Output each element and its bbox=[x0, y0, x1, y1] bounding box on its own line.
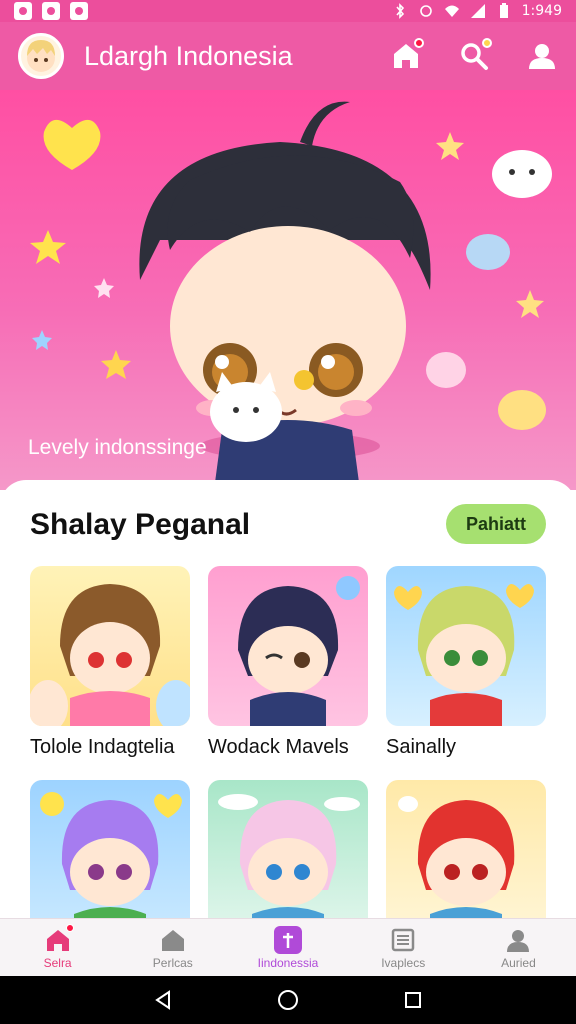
sparkle-badge bbox=[482, 38, 492, 48]
notification-icon-3 bbox=[70, 2, 88, 20]
notification-icon-2 bbox=[42, 2, 60, 20]
user-icon bbox=[504, 926, 532, 954]
star-decoration-icon bbox=[94, 278, 114, 298]
bluetooth-icon bbox=[396, 3, 404, 19]
flower-decoration-icon bbox=[498, 390, 546, 430]
character-thumbnail bbox=[30, 566, 190, 726]
nav-item-profile[interactable]: Auried bbox=[461, 919, 576, 976]
nav-label: Iindonessia bbox=[257, 955, 319, 970]
bottom-navigation: Selra Perlcas Iindonessia Ivaplecs Aurie… bbox=[0, 918, 576, 976]
star-decoration-icon bbox=[32, 330, 52, 350]
hero-caption: Levely indonssinge bbox=[28, 436, 207, 459]
character-card[interactable]: Wodack Mavels bbox=[208, 566, 368, 759]
nav-label: Auried bbox=[501, 955, 536, 970]
avatar-face-icon bbox=[27, 40, 55, 72]
card-label: Wodack Mavels bbox=[208, 736, 349, 758]
heart-decoration-icon bbox=[43, 119, 101, 170]
search-button[interactable] bbox=[458, 38, 492, 72]
character-thumbnail bbox=[386, 566, 546, 726]
user-icon bbox=[529, 44, 555, 69]
nav-label: Selra bbox=[43, 955, 72, 970]
status-time: 1:949 bbox=[521, 3, 562, 19]
notification-dot bbox=[414, 38, 424, 48]
nav-item-home[interactable]: Selra bbox=[0, 919, 115, 976]
app-title: Ldargh Indonesia bbox=[84, 40, 293, 71]
content-panel: Shalay Peganal Pahiatt Tolole Indagtelia bbox=[0, 480, 576, 920]
character-thumbnail bbox=[208, 566, 368, 726]
character-card[interactable] bbox=[30, 780, 190, 920]
white-cat-plush bbox=[210, 382, 282, 442]
signal-icon bbox=[470, 4, 485, 18]
recents-icon[interactable] bbox=[401, 988, 425, 1012]
star-decoration-icon bbox=[516, 290, 544, 318]
section-action-button[interactable]: Pahiatt bbox=[446, 504, 546, 544]
flower-decoration-icon bbox=[426, 352, 466, 388]
star-decoration-icon bbox=[30, 230, 66, 264]
card-label: Sainally bbox=[386, 736, 457, 758]
character-card[interactable]: Tolole Indagtelia bbox=[30, 566, 190, 759]
wifi-icon bbox=[444, 5, 459, 17]
card-label: Tolole Indagtelia bbox=[30, 736, 175, 758]
cloud-decoration-icon bbox=[466, 234, 510, 270]
home-notification-button[interactable] bbox=[390, 38, 424, 72]
home-circle-icon[interactable] bbox=[276, 988, 300, 1012]
notification-icons bbox=[14, 2, 88, 20]
nav-item-places[interactable]: Perlcas bbox=[115, 919, 230, 976]
battery-icon bbox=[499, 3, 508, 18]
nav-item-indonesia[interactable]: Iindonessia bbox=[230, 919, 345, 976]
back-icon[interactable] bbox=[151, 988, 175, 1012]
character-card[interactable]: Sainally bbox=[386, 566, 546, 759]
hero-banner[interactable]: Levely indonssinge bbox=[0, 90, 576, 490]
character-face bbox=[170, 226, 406, 426]
app-bar: Ldargh Indonesia bbox=[0, 22, 576, 90]
dagger-icon bbox=[274, 925, 302, 954]
cloud-face-icon bbox=[492, 150, 552, 198]
character-card[interactable] bbox=[208, 780, 368, 920]
notification-icon-1 bbox=[14, 2, 32, 20]
character-thumbnail bbox=[386, 780, 546, 920]
character-thumbnail bbox=[30, 780, 190, 920]
nav-label: Ivaplecs bbox=[381, 955, 426, 970]
profile-avatar[interactable] bbox=[18, 33, 64, 79]
nav-badge bbox=[65, 923, 74, 932]
star-decoration-icon bbox=[101, 350, 131, 379]
nav-item-list[interactable]: Ivaplecs bbox=[346, 919, 461, 976]
sync-icon bbox=[419, 5, 432, 17]
home-icon bbox=[44, 923, 74, 954]
nav-label: Perlcas bbox=[152, 955, 193, 970]
character-card[interactable] bbox=[386, 780, 546, 920]
building-icon bbox=[159, 926, 187, 954]
system-navigation-bar bbox=[0, 976, 576, 1024]
profile-button[interactable] bbox=[526, 40, 558, 72]
status-bar: 1:949 bbox=[0, 0, 576, 22]
list-icon bbox=[389, 926, 417, 954]
character-thumbnail bbox=[208, 780, 368, 920]
star-decoration-icon bbox=[436, 132, 464, 160]
hero-illustration bbox=[30, 101, 552, 490]
section-title: Shalay Peganal bbox=[30, 508, 251, 541]
